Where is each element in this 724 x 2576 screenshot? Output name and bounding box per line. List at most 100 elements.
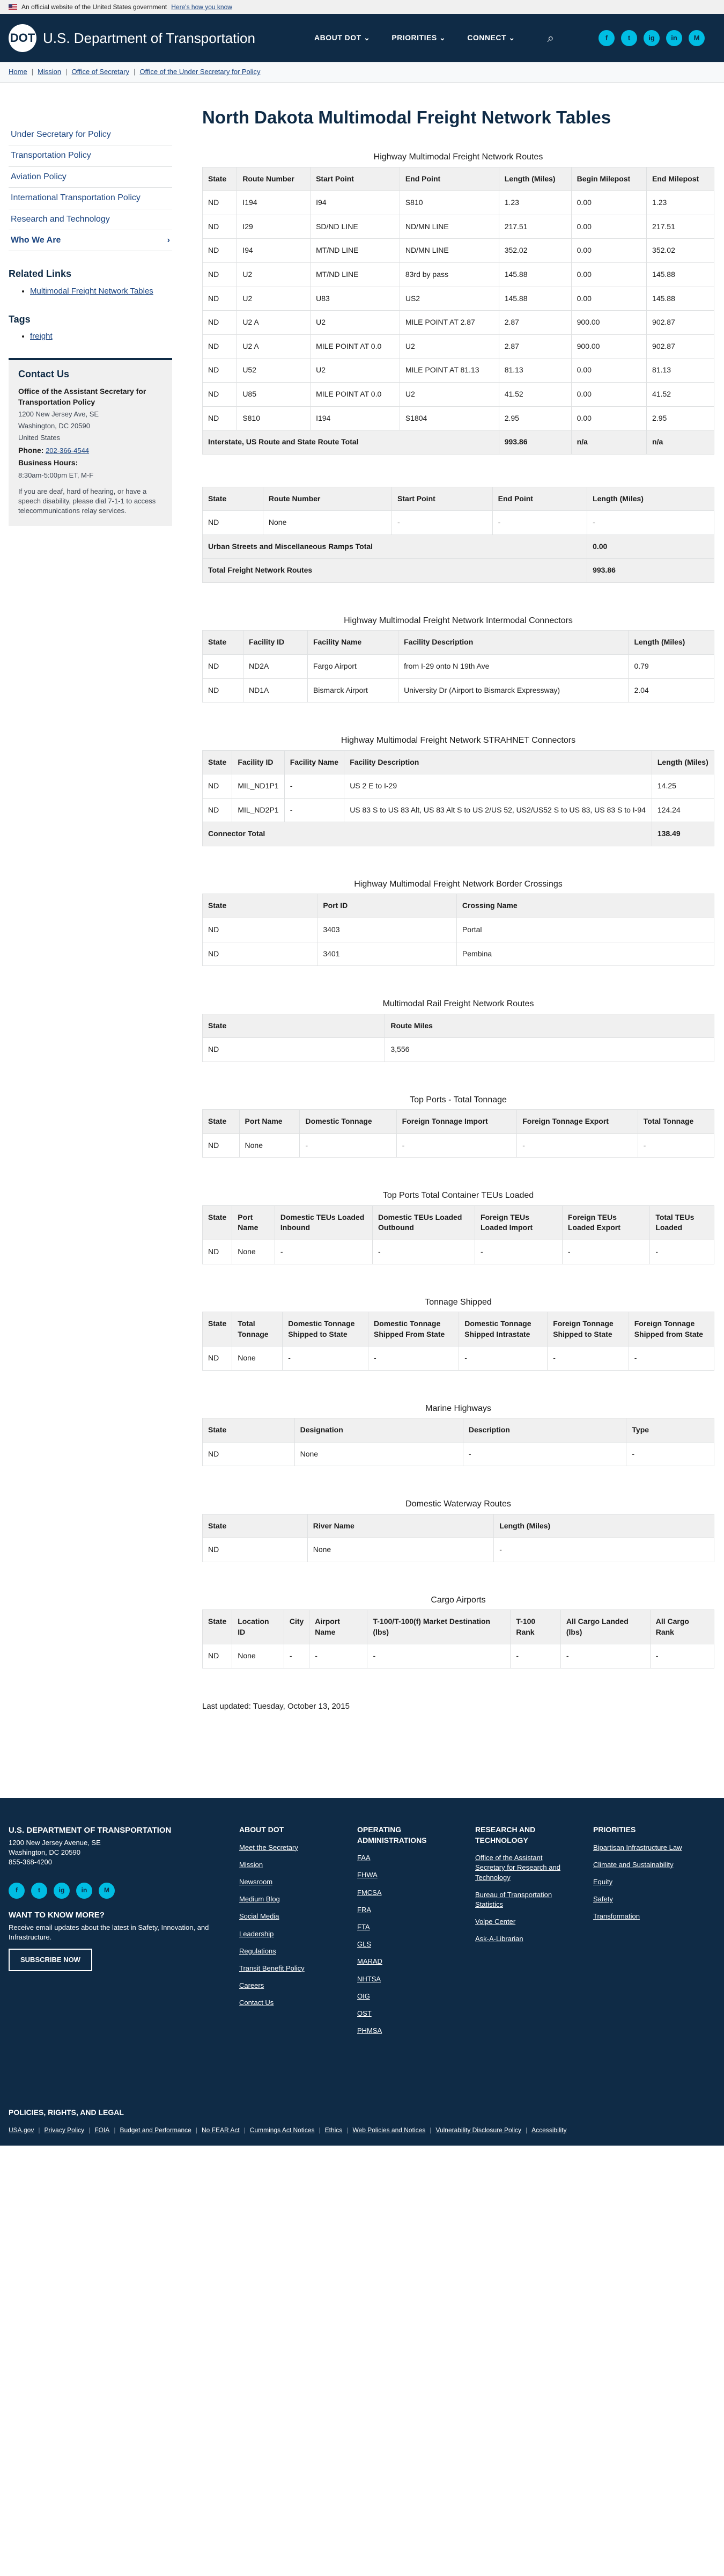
page-title: North Dakota Multimodal Freight Network …: [202, 107, 611, 127]
policy-link[interactable]: Cummings Act Notices: [250, 2126, 315, 2135]
footer-link[interactable]: FTA: [357, 1922, 448, 1932]
table-cell: US 2 E to I-29: [344, 774, 652, 799]
nav-priorities[interactable]: PRIORITIES ⌄: [391, 33, 446, 43]
data-table: State Facility ID Facility Name Facility De…: [202, 630, 714, 703]
subscribe-button[interactable]: SUBSCRIBE NOW: [9, 1948, 92, 1972]
footer-link[interactable]: GLS: [357, 1940, 448, 1949]
facebook-icon[interactable]: f: [599, 30, 615, 46]
footer-column-heading: ABOUT DOT: [239, 1825, 284, 1834]
site-header: DOT U.S. Department of Transportation AB…: [0, 14, 724, 62]
policy-link[interactable]: Budget and Performance: [120, 2126, 191, 2135]
policy-link[interactable]: Privacy Policy: [44, 2126, 84, 2135]
table-cell: -: [459, 1346, 548, 1371]
table-row: ND None - - - - -: [202, 1239, 714, 1264]
footer-link[interactable]: Office of the Assistant Secretary for Re…: [475, 1853, 566, 1883]
column-header: Total Tonnage: [637, 1109, 715, 1134]
footer-link[interactable]: Medium Blog: [239, 1894, 330, 1904]
sidebar-item-international-policy[interactable]: International Transportation Policy: [9, 188, 172, 209]
dot-logo[interactable]: DOT: [9, 24, 36, 52]
policy-link[interactable]: Ethics: [325, 2126, 343, 2135]
footer-link[interactable]: FHWA: [357, 1870, 448, 1880]
total-row: Interstate, US Route and State Route Tot…: [202, 430, 714, 455]
medium-icon[interactable]: M: [99, 1882, 115, 1899]
facebook-icon[interactable]: f: [9, 1882, 25, 1899]
nav-connect[interactable]: CONNECT ⌄: [467, 33, 515, 43]
footer-link[interactable]: Climate and Sustainability: [593, 1860, 684, 1870]
breadcrumb: Home | Mission | Office of Secretary | Offi…: [0, 62, 724, 83]
site-title[interactable]: U.S. Department of Transportation: [43, 28, 255, 48]
footer-link[interactable]: MARAD: [357, 1957, 448, 1966]
tag-link[interactable]: freight: [30, 332, 53, 341]
table-cell: 0.00: [571, 358, 647, 383]
table-cell: 2.87: [498, 334, 572, 359]
data-table: State Port Name Domestic Tonnage Foreign To…: [202, 1109, 715, 1158]
footer-link[interactable]: OST: [357, 2009, 448, 2018]
footer-link[interactable]: Safety: [593, 1894, 684, 1904]
footer-link[interactable]: Bureau of Transportation Statistics: [475, 1890, 566, 1909]
sidebar-item-research-technology[interactable]: Research and Technology: [9, 209, 172, 230]
footer-link[interactable]: Careers: [239, 1981, 330, 1990]
linkedin-icon[interactable]: in: [76, 1882, 92, 1899]
table-row: ND None - - - - - -: [202, 1644, 715, 1669]
footer-link[interactable]: Bipartisan Infrastructure Law: [593, 1843, 684, 1853]
footer-link[interactable]: Volpe Center: [475, 1917, 566, 1927]
table-cell: University Dr (Airport to Bismarck Expre…: [398, 678, 629, 703]
breadcrumb-under-secretary[interactable]: Office of the Under Secretary for Policy: [139, 67, 260, 77]
gov-banner: An official website of the United States…: [0, 0, 724, 14]
footer-link[interactable]: Mission: [239, 1860, 330, 1870]
footer-link[interactable]: Transit Benefit Policy: [239, 1964, 330, 1973]
related-link[interactable]: Multimodal Freight Network Tables: [30, 287, 153, 296]
policy-link[interactable]: Web Policies and Notices: [352, 2126, 425, 2135]
footer-link[interactable]: Newsroom: [239, 1877, 330, 1887]
instagram-icon[interactable]: ig: [54, 1882, 70, 1899]
breadcrumb-office-of-secretary[interactable]: Office of Secretary: [72, 67, 129, 77]
twitter-icon[interactable]: t: [621, 30, 637, 46]
twitter-icon[interactable]: t: [31, 1882, 47, 1899]
policy-link[interactable]: Accessibility: [531, 2126, 566, 2135]
footer-link[interactable]: FMCSA: [357, 1888, 448, 1898]
policy-link[interactable]: Vulnerability Disclosure Policy: [435, 2126, 521, 2135]
hours-label: Business Hours:: [18, 458, 78, 467]
footer-link[interactable]: NHTSA: [357, 1974, 448, 1984]
footer-link[interactable]: Equity: [593, 1877, 684, 1887]
table-header-row: State Total Tonnage Domestic Tonnage Shipp…: [202, 1311, 715, 1347]
table-cell: None: [232, 1346, 283, 1371]
footer-link[interactable]: Transformation: [593, 1912, 684, 1921]
banner-link[interactable]: Here's how you know: [171, 3, 232, 12]
policy-link[interactable]: FOIA: [94, 2126, 109, 2135]
sidebar-item-transportation-policy[interactable]: Transportation Policy: [9, 145, 172, 167]
footer-link[interactable]: Contact Us: [239, 1998, 330, 2008]
footer-link[interactable]: OIG: [357, 1992, 448, 2001]
policy-link[interactable]: No FEAR Act: [202, 2126, 240, 2135]
table-row: ND U85 MILE POINT AT 0.0 U2 41.52 0.00 41.52: [202, 382, 714, 407]
footer-link[interactable]: Ask-A-Librarian: [475, 1934, 566, 1944]
footer-link[interactable]: FRA: [357, 1905, 448, 1915]
instagram-icon[interactable]: ig: [644, 30, 660, 46]
sidebar-item-who-we-are[interactable]: Who We Are ›: [9, 230, 172, 252]
footer-link[interactable]: Social Media: [239, 1912, 330, 1921]
column-header: Foreign Tonnage Shipped to State: [547, 1311, 629, 1347]
sidebar-item-under-secretary[interactable]: Under Secretary for Policy: [9, 125, 172, 146]
data-table: State Facility ID Facility Name Facility De…: [202, 750, 715, 847]
search-icon[interactable]: ⌕: [548, 30, 554, 47]
footer-link[interactable]: Meet the Secretary: [239, 1843, 330, 1853]
table-cell: U2: [237, 286, 311, 311]
medium-icon[interactable]: M: [689, 30, 705, 46]
phone-link[interactable]: 202-366-4544: [46, 447, 89, 455]
footer-link[interactable]: FAA: [357, 1853, 448, 1863]
table-cell: -: [367, 1644, 511, 1669]
footer-link[interactable]: PHMSA: [357, 2026, 448, 2036]
footer-link[interactable]: Leadership: [239, 1929, 330, 1939]
policy-separator: |: [243, 2126, 246, 2134]
table-cell: -: [462, 1441, 627, 1467]
breadcrumb-mission[interactable]: Mission: [38, 67, 61, 77]
data-table: State Location ID City Airport Name T-100/T-…: [202, 1609, 715, 1669]
nav-about-dot[interactable]: ABOUT DOT ⌄: [314, 33, 370, 43]
breadcrumb-home[interactable]: Home: [9, 67, 27, 77]
sidebar-item-aviation-policy[interactable]: Aviation Policy: [9, 167, 172, 188]
linkedin-icon[interactable]: in: [666, 30, 682, 46]
policy-link[interactable]: USA.gov: [9, 2126, 34, 2135]
footer-link[interactable]: Regulations: [239, 1946, 330, 1956]
table-cell: -: [562, 1239, 651, 1264]
table-cell: ND: [202, 286, 238, 311]
